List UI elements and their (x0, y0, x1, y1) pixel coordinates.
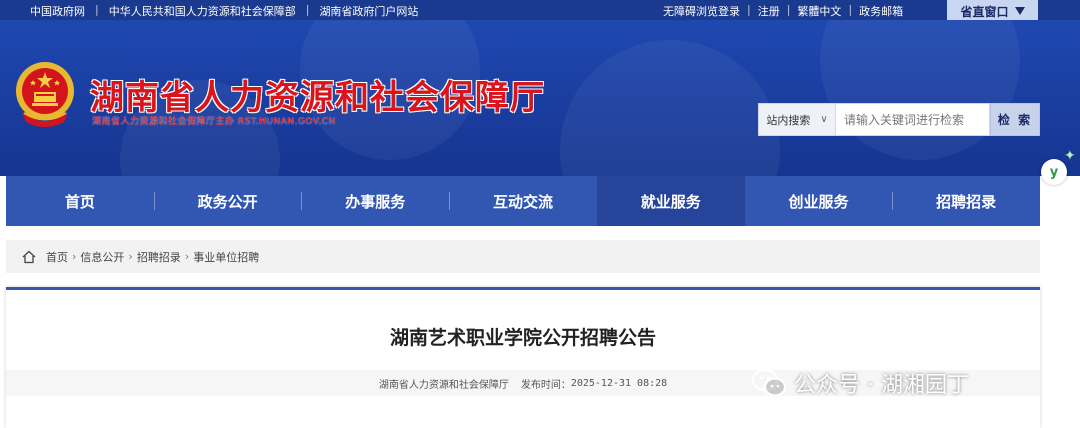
article-title: 湖南艺术职业学院公开招聘公告 (389, 327, 656, 349)
link-hunan-gov[interactable]: 湖南省政府门户网站 (319, 3, 418, 19)
header-banner: 湖南省人力资源和社会保障厅 湖南省人力资源和社会保障厅主办 RST.HUNAN.… (0, 20, 1080, 176)
site-title: 湖南省人力资源和社会保障厅 (90, 78, 545, 118)
top-right-links: 无障碍浏览登录 | 注册 | 繁體中文 | 政务邮箱 (663, 3, 903, 19)
link-mohrss[interactable]: 中华人民共和国人力资源和社会保障部 (109, 3, 296, 19)
link-gov-cn[interactable]: 中国政府网 (30, 3, 85, 19)
publish-time-label: 发布时间： (520, 379, 571, 391)
breadcrumb-recruitment[interactable]: 招聘招录 (137, 249, 181, 265)
publish-time: 2025-12-31 08:28 (570, 377, 668, 389)
breadcrumb-separator-icon: › (72, 250, 77, 263)
breadcrumb-institution-recruitment[interactable]: 事业单位招聘 (193, 249, 259, 265)
search-input[interactable] (836, 103, 990, 136)
chevron-down-icon: ∨ (820, 114, 828, 125)
decor-flower (820, 20, 1020, 160)
caret-down-icon (1014, 7, 1025, 15)
sparkle-icon: ✦ (1064, 148, 1076, 164)
region-label: 省直窗口 (960, 4, 1009, 19)
nav-item-services[interactable]: 办事服务 (301, 176, 449, 226)
nav-item-interaction[interactable]: 互动交流 (449, 176, 597, 226)
breadcrumb-separator-icon: › (184, 250, 190, 263)
separator: | (848, 3, 853, 16)
site-subtitle: 湖南省人力资源和社会保障厅主办 RST.HUNAN.GOV.CN (92, 117, 336, 127)
link-gov-mail[interactable]: 政务邮箱 (859, 3, 903, 19)
top-links: 中国政府网 | 中华人民共和国人力资源和社会保障部 | 湖南省政府门户网站 (30, 3, 418, 19)
region-dropdown[interactable]: 省直窗口 (947, 0, 1038, 22)
breadcrumb-info-public[interactable]: 信息公开 (80, 249, 124, 265)
separator: | (305, 3, 310, 16)
floating-assistant-button[interactable]: y (1041, 159, 1067, 185)
wechat-watermark: 公众号 · 湖湘园丁 (752, 366, 969, 400)
search-scope-label: 站内搜索 (766, 113, 811, 127)
link-traditional-chinese[interactable]: 繁體中文 (797, 3, 841, 19)
search-bar: 站内搜索 ∨ 检 索 (758, 103, 1040, 136)
breadcrumb-separator-icon: › (128, 250, 133, 263)
main-nav: 首页 政务公开 办事服务 互动交流 就业服务 创业服务 招聘招录 (6, 176, 1040, 226)
separator: | (786, 3, 791, 16)
home-icon[interactable] (22, 250, 36, 264)
separator: | (747, 3, 751, 16)
watermark-text: 公众号 · 湖湘园丁 (794, 373, 969, 398)
nav-item-employment[interactable]: 就业服务 (596, 176, 745, 226)
article-panel: 湖南艺术职业学院公开招聘公告 湖南省人力资源和社会保障厅 发布时间： 2025-… (6, 287, 1040, 428)
nav-item-home[interactable]: 首页 (6, 176, 154, 226)
search-button[interactable]: 检 索 (990, 103, 1040, 136)
article-source: 湖南省人力资源和社会保障厅 (378, 379, 509, 391)
separator: | (95, 3, 99, 16)
link-register[interactable]: 注册 (758, 3, 780, 19)
search-scope-select[interactable]: 站内搜索 ∨ (758, 103, 836, 136)
wechat-logo-icon (752, 368, 786, 397)
decor-flower (560, 40, 780, 176)
nav-item-recruitment[interactable]: 招聘招录 (892, 176, 1040, 226)
breadcrumb: 首页 › 信息公开 › 招聘招录 › 事业单位招聘 (6, 240, 1040, 273)
nav-item-entrepreneurship[interactable]: 创业服务 (745, 176, 893, 226)
breadcrumb-home[interactable]: 首页 (46, 249, 68, 265)
national-emblem-icon (16, 62, 74, 127)
top-bar: 中国政府网 | 中华人民共和国人力资源和社会保障部 | 湖南省政府门户网站 无障… (0, 0, 1080, 20)
link-accessibility-login[interactable]: 无障碍浏览登录 (663, 3, 740, 19)
nav-item-gov-affairs[interactable]: 政务公开 (153, 176, 302, 226)
